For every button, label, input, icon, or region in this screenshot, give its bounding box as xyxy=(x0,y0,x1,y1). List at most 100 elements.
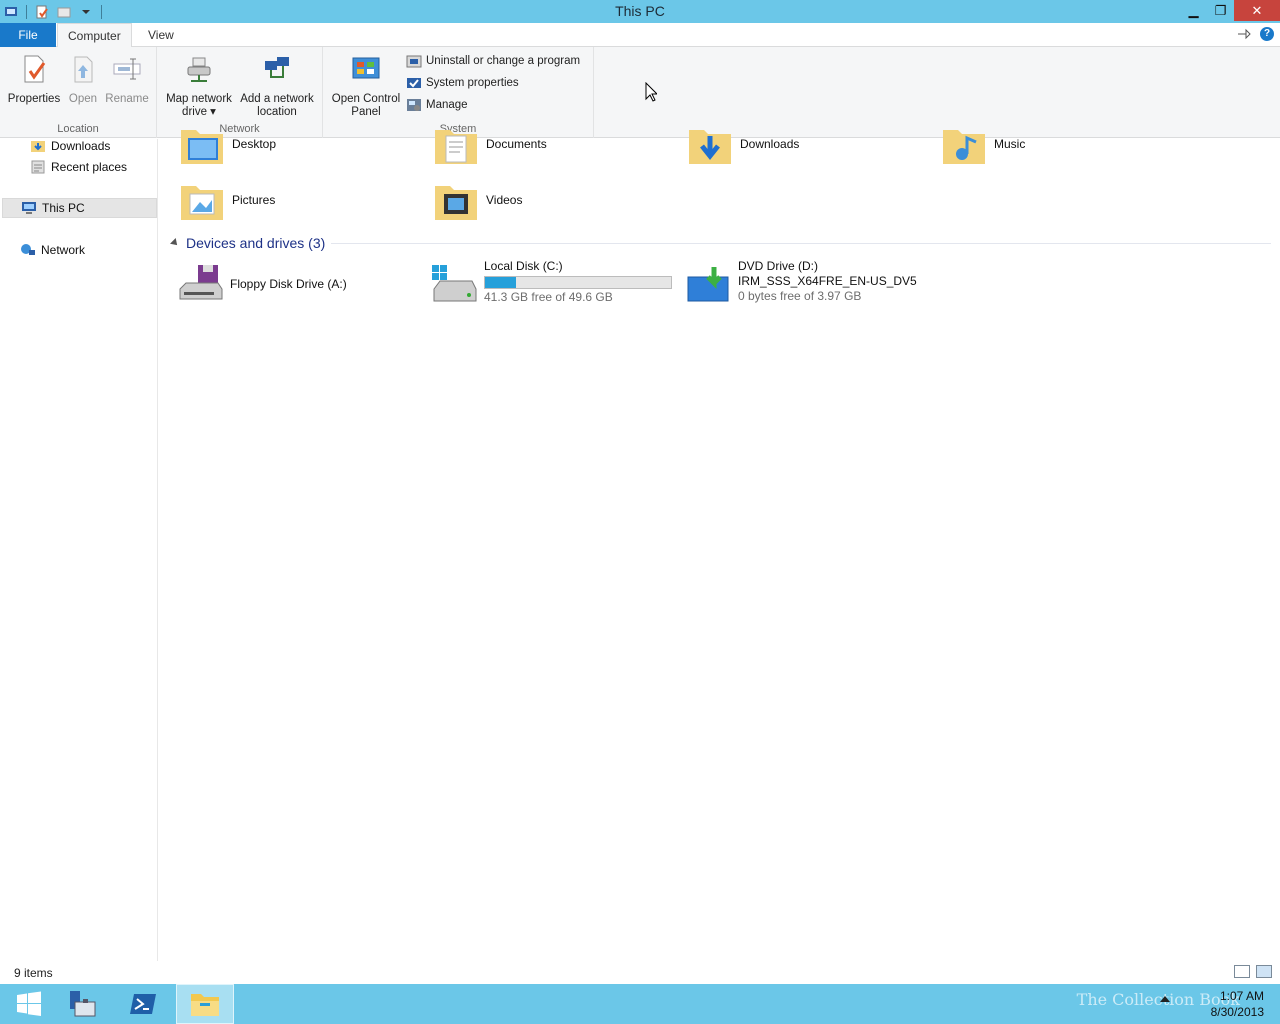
network-drive-icon xyxy=(187,57,211,82)
window-title: This PC xyxy=(615,3,665,19)
dvd-volume-label: IRM_SSS_X64FRE_EN-US_DV5 xyxy=(738,274,917,288)
section-divider xyxy=(331,242,1271,244)
folder-downloads-label: Downloads xyxy=(740,137,800,151)
open-control-panel-label-line1: Open Control xyxy=(331,93,401,105)
dvd-drive-icon xyxy=(687,267,729,302)
collapse-triangle-icon[interactable] xyxy=(170,238,180,248)
network-icon xyxy=(21,244,35,255)
show-hidden-icons-icon[interactable] xyxy=(1160,996,1170,1002)
clock[interactable]: 1:07 AM 8/30/2013 xyxy=(1211,988,1264,1020)
details-view-button[interactable] xyxy=(1234,965,1250,978)
open-icon xyxy=(74,56,93,83)
local-disk-free-space: 41.3 GB free of 49.6 GB xyxy=(484,290,613,304)
minimize-button[interactable]: ▁ xyxy=(1180,0,1207,21)
floppy-drive-label: Floppy Disk Drive (A:) xyxy=(230,276,347,291)
downloads-folder-icon xyxy=(31,141,45,152)
window-controls: ▁ ❐ ✕ xyxy=(1180,0,1280,23)
file-explorer-button[interactable] xyxy=(176,984,234,1024)
powershell-button[interactable] xyxy=(114,984,172,1024)
folder-desktop-label: Desktop xyxy=(232,137,277,151)
pictures-folder-icon xyxy=(181,186,223,220)
downloads-icon xyxy=(689,130,731,164)
uninstall-program-icon xyxy=(406,55,422,68)
nav-item-downloads[interactable]: Downloads xyxy=(30,136,110,156)
nav-item-this-pc[interactable]: This PC xyxy=(2,198,157,218)
content-area: Desktop Documents Downloads Music Pictur… xyxy=(159,130,1280,961)
properties-label: Properties xyxy=(7,93,61,105)
folder-desktop[interactable]: Desktop xyxy=(178,120,276,168)
manage-button[interactable]: Manage xyxy=(406,96,468,114)
pin-ribbon-icon[interactable] xyxy=(1236,28,1252,40)
restore-button[interactable]: ❐ xyxy=(1207,0,1234,21)
nav-item-recent-places[interactable]: Recent places xyxy=(30,157,127,177)
folder-music[interactable]: Music xyxy=(940,120,1025,168)
properties-button[interactable]: Properties xyxy=(6,53,62,106)
map-network-drive-button[interactable]: Map network drive ▾ xyxy=(162,53,236,119)
local-disk-label: Local Disk (C:) xyxy=(484,259,563,273)
tab-file[interactable]: File xyxy=(0,23,56,47)
rename-label: Rename xyxy=(105,93,149,105)
close-button[interactable]: ✕ xyxy=(1234,0,1280,21)
music-folder-icon xyxy=(943,130,985,164)
system-tray xyxy=(1160,996,1194,1002)
navigation-pane: Downloads Recent places This PC Network xyxy=(0,139,158,961)
large-icons-view-button[interactable] xyxy=(1256,965,1272,978)
nav-network-label: Network xyxy=(41,243,86,257)
folder-videos[interactable]: Videos xyxy=(432,176,522,224)
item-count: 9 items xyxy=(14,966,53,980)
local-disk-usage-bar xyxy=(484,276,672,289)
uninstall-program-button[interactable]: Uninstall or change a program xyxy=(406,52,580,70)
server-manager-icon xyxy=(70,991,96,1017)
add-network-location-label-line1: Add a network xyxy=(240,93,314,105)
folder-pictures-label: Pictures xyxy=(232,193,276,207)
floppy-drive-icon xyxy=(179,265,223,300)
videos-folder-icon xyxy=(435,186,477,220)
add-network-location-button[interactable]: Add a network location xyxy=(237,53,317,119)
devices-section-title: Devices and drives (3) xyxy=(186,235,326,251)
clock-date: 8/30/2013 xyxy=(1210,1005,1264,1019)
open-button[interactable]: Open xyxy=(64,53,102,106)
nav-item-network[interactable]: Network xyxy=(20,240,85,260)
tab-computer[interactable]: Computer xyxy=(57,23,132,48)
start-button[interactable] xyxy=(0,984,58,1024)
drive-floppy[interactable]: Floppy Disk Drive (A:) xyxy=(176,259,347,309)
ribbon-group-location: Properties Open Rename Location xyxy=(0,47,157,138)
ribbon-controls: ? xyxy=(1236,27,1274,41)
this-pc-icon xyxy=(22,202,36,214)
server-manager-button[interactable] xyxy=(52,984,110,1024)
folder-documents-label: Documents xyxy=(486,137,547,151)
open-control-panel-label-line2: Panel xyxy=(351,106,381,118)
help-icon[interactable]: ? xyxy=(1260,27,1274,41)
taskbar: The Collection Book 1:07 AM 8/30/2013 xyxy=(0,984,1280,1024)
folder-music-label: Music xyxy=(994,137,1026,151)
manage-icon xyxy=(407,99,421,111)
windows-logo-icon xyxy=(17,991,41,1016)
folder-pictures[interactable]: Pictures xyxy=(178,176,275,224)
dvd-free-space: 0 bytes free of 3.97 GB xyxy=(738,289,862,303)
file-explorer-icon xyxy=(191,994,219,1016)
folder-downloads[interactable]: Downloads xyxy=(686,120,799,168)
properties-icon xyxy=(24,55,46,83)
network-location-icon xyxy=(265,57,289,78)
map-network-drive-label-line2: drive ▾ xyxy=(182,106,216,118)
recent-places-icon xyxy=(31,160,45,174)
view-switcher xyxy=(1234,965,1272,978)
drive-dvd[interactable]: DVD Drive (D:) IRM_SSS_X64FRE_EN-US_DV5 … xyxy=(684,259,917,309)
powershell-icon xyxy=(130,994,156,1014)
tab-view[interactable]: View xyxy=(138,23,184,47)
system-properties-button[interactable]: System properties xyxy=(406,74,519,92)
system-properties-icon xyxy=(407,78,421,88)
folder-documents[interactable]: Documents xyxy=(432,120,547,168)
drive-local-disk[interactable]: Local Disk (C:) 41.3 GB free of 49.6 GB xyxy=(430,259,672,309)
title-bar[interactable]: This PC ▁ ❐ ✕ xyxy=(0,0,1280,23)
dvd-drive-label: DVD Drive (D:) xyxy=(738,259,818,273)
nav-recent-label: Recent places xyxy=(51,160,128,174)
ribbon-tabs: File Computer View ? xyxy=(0,23,1280,48)
devices-section-header[interactable]: Devices and drives (3) xyxy=(170,233,1271,253)
clock-time: 1:07 AM xyxy=(1219,989,1264,1003)
local-disk-usage-fill xyxy=(485,277,517,288)
open-control-panel-button[interactable]: Open Control Panel xyxy=(328,53,404,119)
location-group-label: Location xyxy=(57,123,99,135)
add-network-location-label-line2: location xyxy=(257,106,297,118)
rename-button[interactable]: Rename xyxy=(104,53,150,106)
